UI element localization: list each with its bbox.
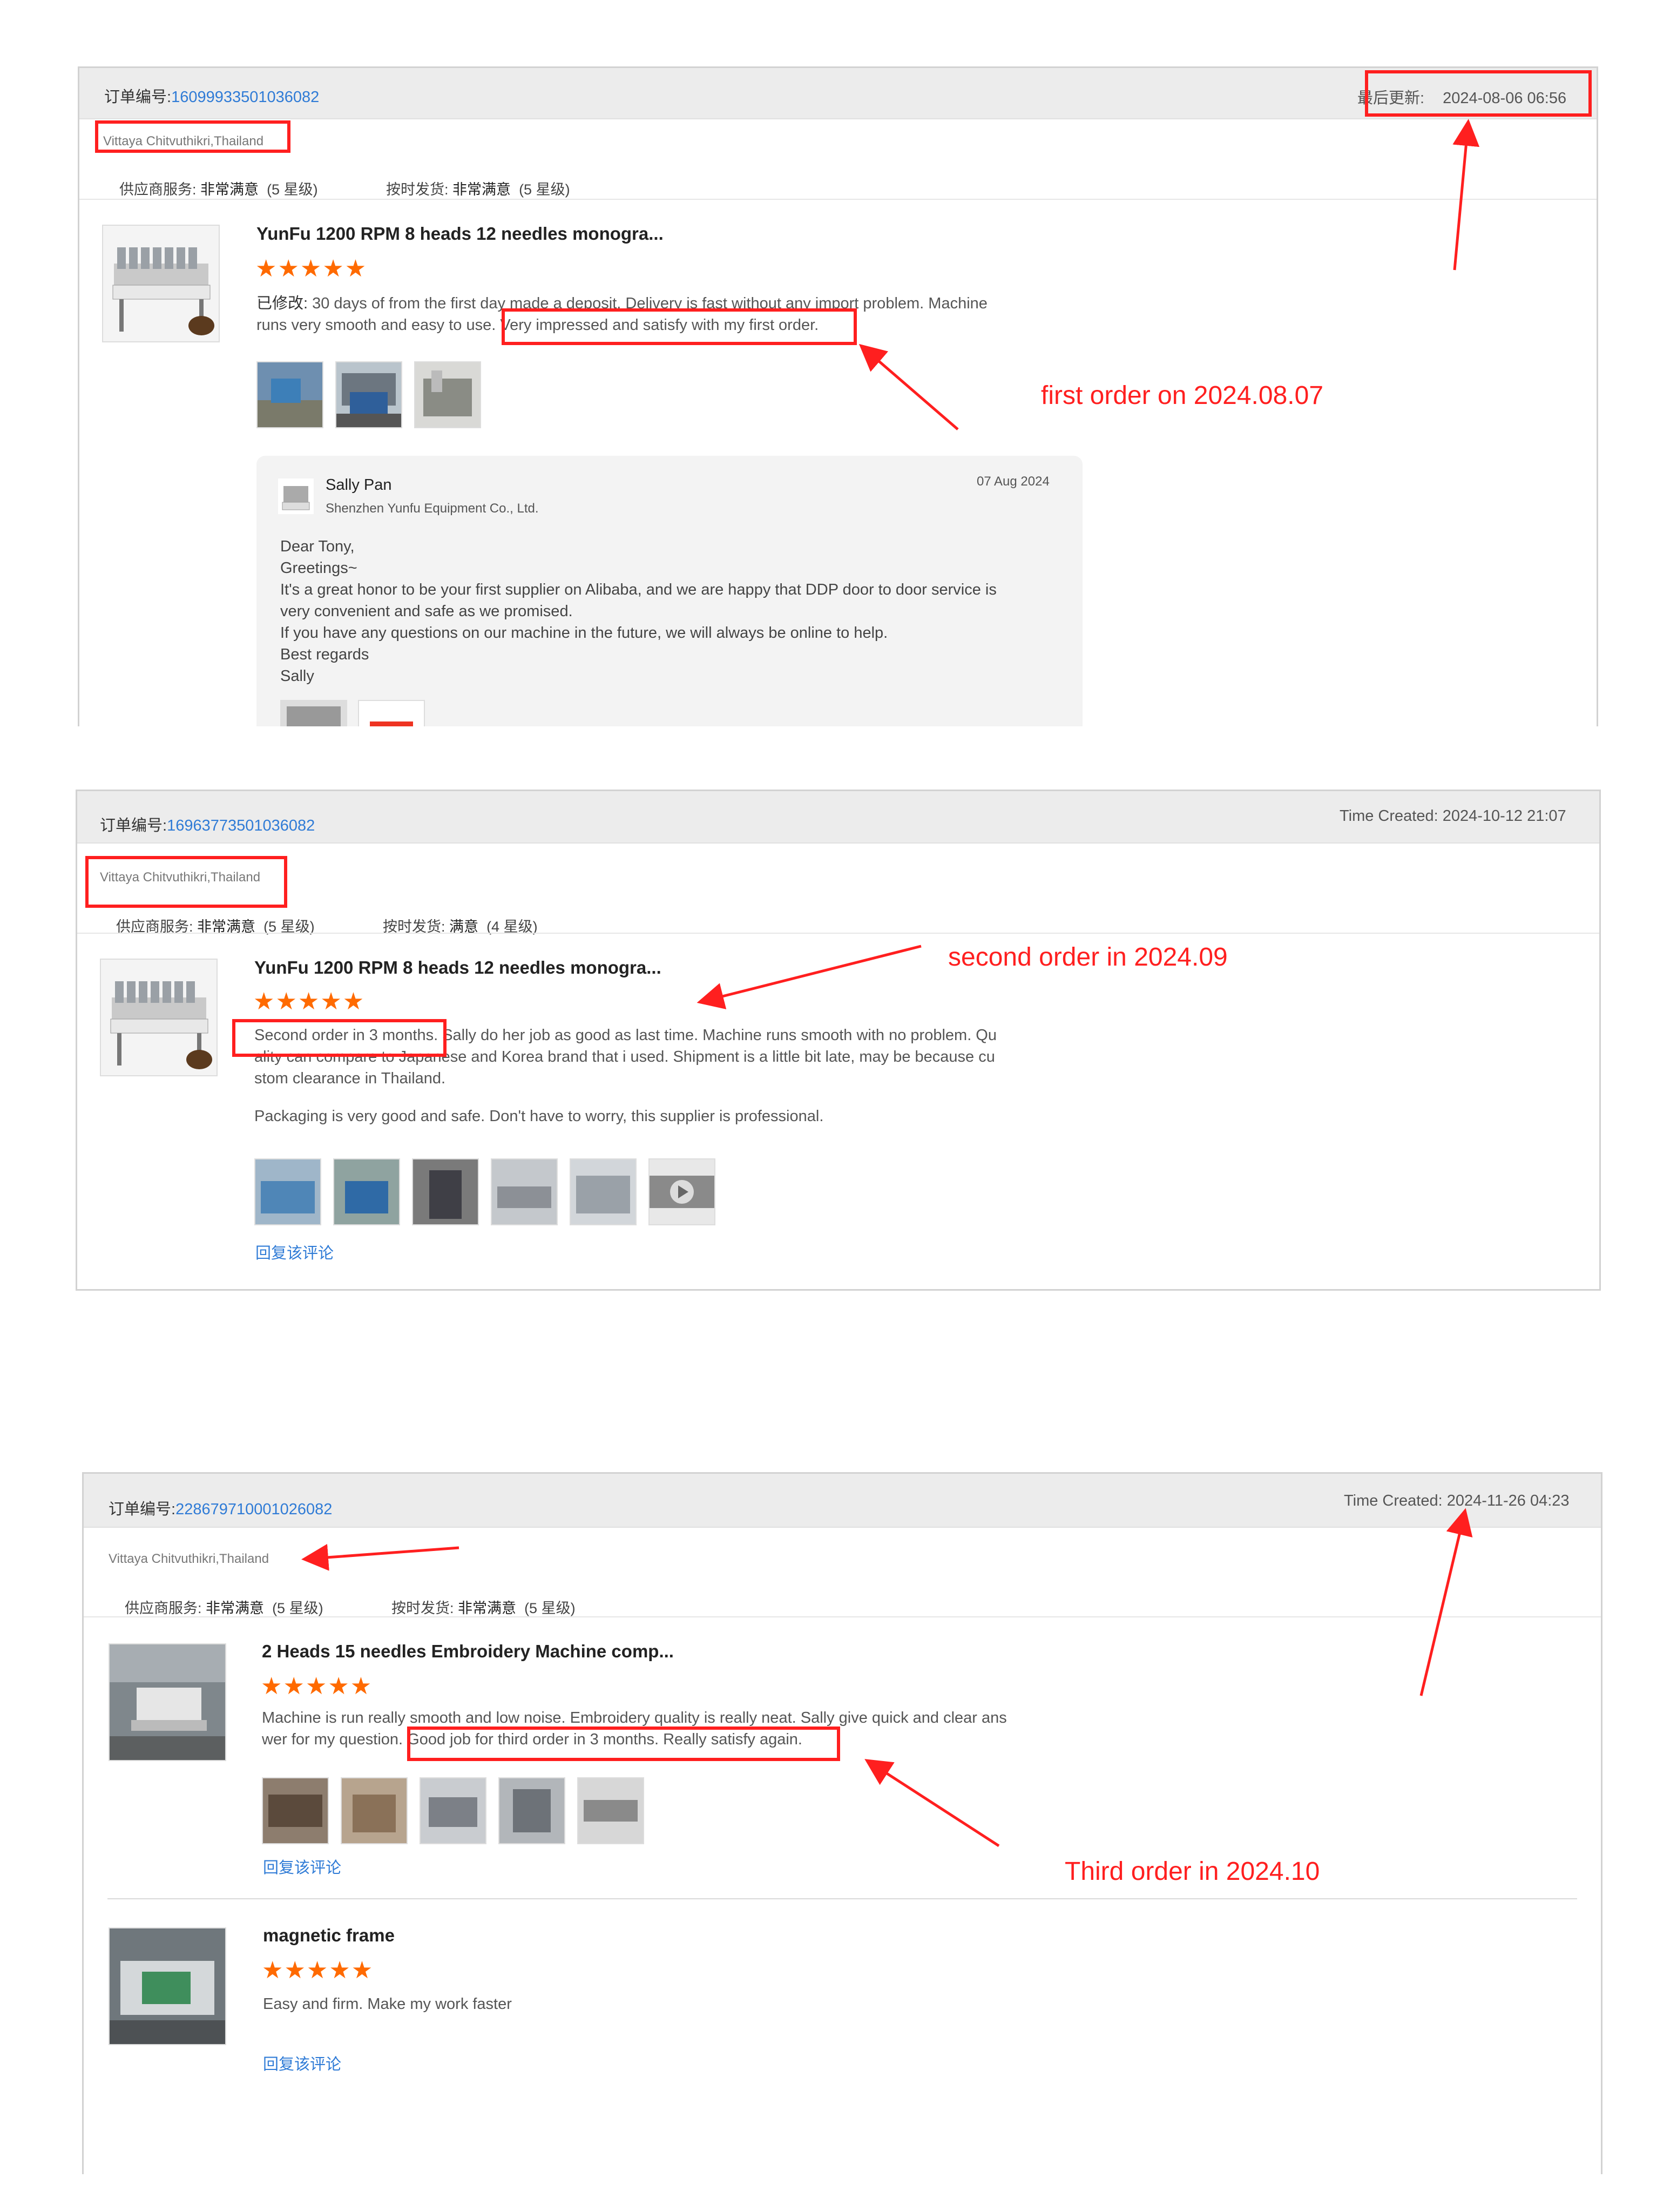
arrow-2 bbox=[858, 343, 959, 430]
arrow-1 bbox=[1452, 119, 1480, 271]
arrow-6 bbox=[864, 1759, 1000, 1847]
arrow-4 bbox=[301, 1543, 459, 1571]
arrow-5 bbox=[1419, 1508, 1473, 1696]
arrow-3 bbox=[697, 945, 922, 1009]
annotation-arrows bbox=[301, 119, 1480, 1847]
